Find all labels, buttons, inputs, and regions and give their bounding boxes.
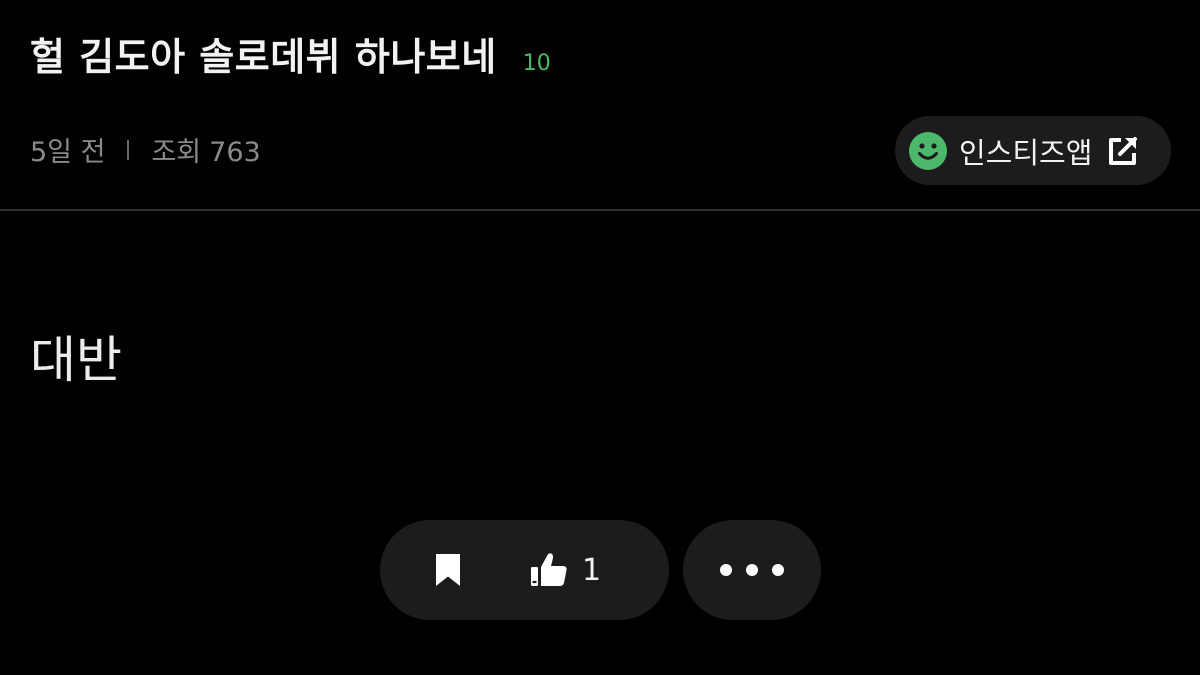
like-button[interactable]: 1 bbox=[530, 542, 601, 598]
more-options-button[interactable] bbox=[683, 520, 821, 620]
post-body: 대반 bbox=[30, 331, 122, 389]
header-divider bbox=[0, 209, 1200, 211]
post-meta: 5일 전 조회 763 bbox=[30, 130, 261, 169]
title-row: 헐 김도아 솔로데뷔 하나보네 10 bbox=[30, 26, 551, 81]
open-app-button[interactable]: 인스티즈앱 bbox=[895, 116, 1171, 185]
thumbs-up-icon bbox=[531, 553, 567, 586]
smile-icon bbox=[909, 131, 947, 170]
like-count: 1 bbox=[582, 552, 602, 588]
bookmark-button[interactable] bbox=[420, 542, 476, 598]
post-header: 헐 김도아 솔로데뷔 하나보네 10 5일 전 조회 763 인스티즈앱 bbox=[0, 0, 1200, 211]
comment-count[interactable]: 10 bbox=[523, 51, 551, 76]
post-time: 5일 전 bbox=[30, 137, 106, 168]
more-dots-icon bbox=[720, 564, 784, 576]
post-title: 헐 김도아 솔로데뷔 하나보네 bbox=[30, 35, 497, 79]
views-label: 조회 bbox=[151, 137, 202, 168]
view-count: 조회 763 bbox=[151, 130, 260, 169]
bookmark-icon bbox=[436, 554, 460, 586]
meta-separator bbox=[127, 139, 130, 160]
post-action-bar: 1 bbox=[380, 520, 669, 620]
external-link-icon bbox=[1109, 136, 1138, 165]
open-app-label: 인스티즈앱 bbox=[959, 135, 1093, 170]
views-number: 763 bbox=[209, 137, 261, 168]
